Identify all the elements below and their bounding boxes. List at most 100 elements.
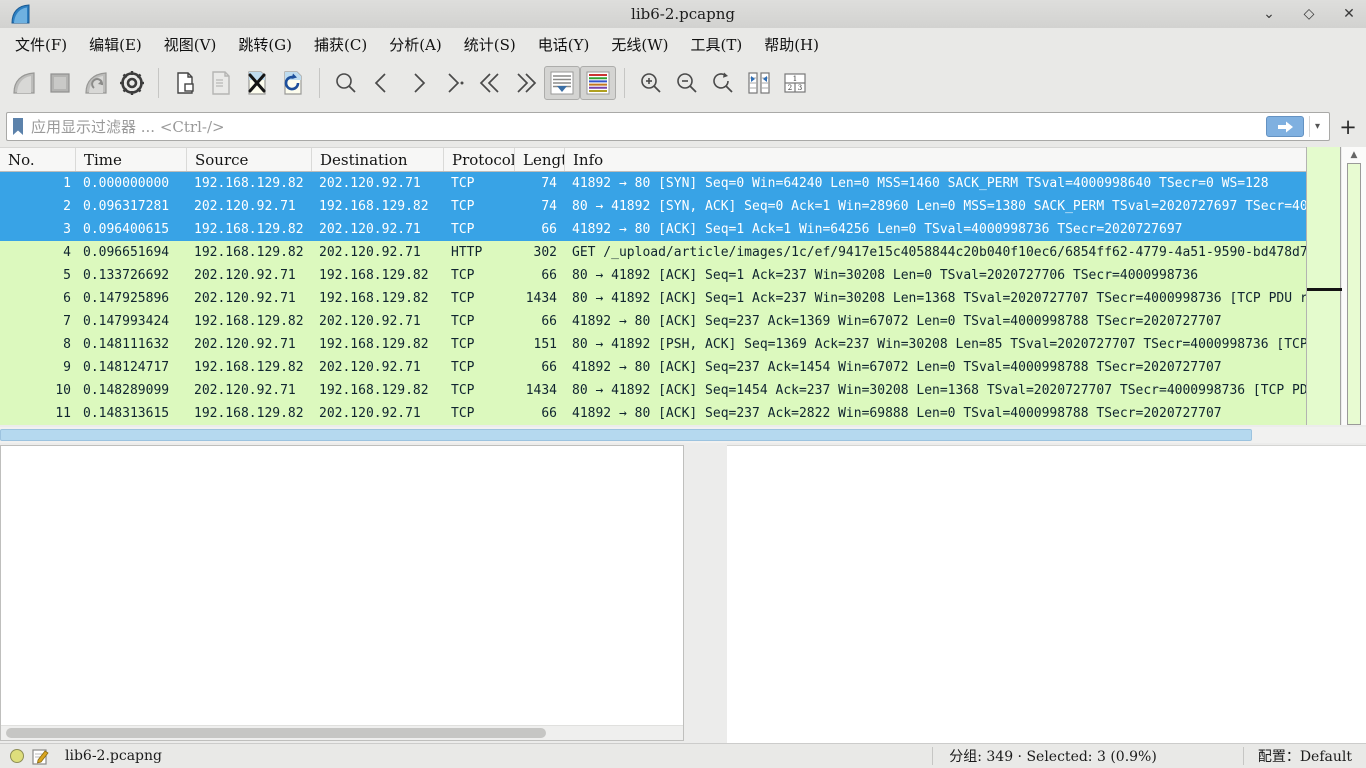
- cell-info: 80 → 41892 [PSH, ACK] Seq=1369 Ack=237 W…: [565, 333, 1306, 356]
- cell-source: 192.168.129.82: [187, 172, 312, 195]
- column-header-protocol[interactable]: Protocol: [444, 148, 515, 171]
- minimize-button[interactable]: ⌄: [1260, 6, 1278, 22]
- go-to-packet-button[interactable]: [436, 66, 472, 100]
- expert-info-icon[interactable]: [10, 749, 24, 763]
- cell-time: 0.096317281: [76, 195, 187, 218]
- packet-row[interactable]: 10.000000000192.168.129.82202.120.92.71T…: [0, 172, 1306, 195]
- filter-dropdown-caret[interactable]: ▾: [1309, 116, 1325, 137]
- packet-row[interactable]: 60.147925896202.120.92.71192.168.129.82T…: [0, 287, 1306, 310]
- close-file-button[interactable]: [239, 66, 275, 100]
- auto-scroll-button[interactable]: [544, 66, 580, 100]
- column-header-no[interactable]: No.: [0, 148, 76, 171]
- go-first-button[interactable]: [472, 66, 508, 100]
- menu-telephony[interactable]: 电话(Y): [527, 30, 601, 59]
- menu-statistics[interactable]: 统计(S): [453, 30, 527, 59]
- bookmark-icon[interactable]: [11, 117, 25, 136]
- open-file-button[interactable]: [167, 66, 203, 100]
- cell-length: 1434: [515, 287, 565, 310]
- cell-info: 80 → 41892 [ACK] Seq=1 Ack=237 Win=30208…: [565, 264, 1306, 287]
- menu-view[interactable]: 视图(V): [153, 30, 228, 59]
- cell-source: 202.120.92.71: [187, 379, 312, 402]
- resize-columns-button[interactable]: [741, 66, 777, 100]
- cell-no: 2: [0, 195, 76, 218]
- packet-row[interactable]: 80.148111632202.120.92.71192.168.129.82T…: [0, 333, 1306, 356]
- go-back-button[interactable]: [364, 66, 400, 100]
- main-toolbar: 1 2 3: [0, 60, 1366, 106]
- apply-filter-button[interactable]: [1266, 116, 1304, 137]
- cell-no: 6: [0, 287, 76, 310]
- cell-time: 0.148289099: [76, 379, 187, 402]
- zoom-in-button[interactable]: [633, 66, 669, 100]
- zoom-out-button[interactable]: [669, 66, 705, 100]
- details-hscrollbar[interactable]: [1, 725, 683, 740]
- save-file-button[interactable]: [203, 66, 239, 100]
- packet-row[interactable]: 110.148313615192.168.129.82202.120.92.71…: [0, 402, 1306, 425]
- column-header-info[interactable]: Info: [565, 148, 1306, 171]
- packet-row[interactable]: 20.096317281202.120.92.71192.168.129.82T…: [0, 195, 1306, 218]
- packet-details-pane[interactable]: [0, 445, 684, 741]
- status-profile[interactable]: 配置：Default: [1258, 746, 1352, 766]
- packet-row[interactable]: 50.133726692202.120.92.71192.168.129.82T…: [0, 264, 1306, 287]
- packet-row[interactable]: 90.148124717192.168.129.82202.120.92.71T…: [0, 356, 1306, 379]
- arrow-right-icon: [1276, 121, 1294, 133]
- start-capture-button[interactable]: [6, 66, 42, 100]
- go-last-button[interactable]: [508, 66, 544, 100]
- column-header-source[interactable]: Source: [187, 148, 312, 171]
- cell-no: 5: [0, 264, 76, 287]
- display-filter-box: ▾: [6, 112, 1330, 141]
- menu-wireless[interactable]: 无线(W): [600, 30, 679, 59]
- close-button[interactable]: ✕: [1340, 6, 1358, 22]
- menu-file[interactable]: 文件(F): [4, 30, 78, 59]
- packet-list-hscrollbar-thumb[interactable]: [0, 429, 1252, 441]
- vertical-scrollbar[interactable]: ▲: [1342, 147, 1366, 425]
- go-forward-button[interactable]: [400, 66, 436, 100]
- double-chevron-left-icon: [477, 70, 503, 96]
- maximize-button[interactable]: ◇: [1300, 6, 1318, 22]
- column-header-destination[interactable]: Destination: [312, 148, 444, 171]
- add-filter-button[interactable]: +: [1336, 115, 1360, 139]
- menu-go[interactable]: 跳转(G): [227, 30, 303, 59]
- packet-row[interactable]: 40.096651694192.168.129.82202.120.92.71H…: [0, 241, 1306, 264]
- scroll-up-arrow-icon[interactable]: ▲: [1342, 150, 1366, 160]
- status-bar: lib6-2.pcapng 分组: 349 · Selected: 3 (0.9…: [0, 743, 1366, 768]
- packet-row[interactable]: 30.096400615192.168.129.82202.120.92.71T…: [0, 218, 1306, 241]
- find-packet-button[interactable]: [328, 66, 364, 100]
- display-filter-input[interactable]: [31, 114, 1266, 139]
- cell-protocol: TCP: [444, 402, 515, 425]
- menu-analyze[interactable]: 分析(A): [378, 30, 453, 59]
- packet-row[interactable]: 100.148289099202.120.92.71192.168.129.82…: [0, 379, 1306, 402]
- intelligent-scrollbar-minimap[interactable]: [1307, 147, 1341, 425]
- menu-help[interactable]: 帮助(H): [753, 30, 830, 59]
- packet-row[interactable]: 70.147993424192.168.129.82202.120.92.71T…: [0, 310, 1306, 333]
- reload-file-icon: [280, 70, 306, 96]
- close-file-icon: [244, 70, 270, 96]
- resize-columns-icon: [746, 70, 772, 96]
- details-hscrollbar-thumb[interactable]: [6, 728, 546, 738]
- cell-time: 0.148111632: [76, 333, 187, 356]
- colorize-button[interactable]: [580, 66, 616, 100]
- restart-capture-button[interactable]: [78, 66, 114, 100]
- vertical-scrollbar-groove[interactable]: [1347, 163, 1361, 425]
- cell-length: 66: [515, 218, 565, 241]
- cell-protocol: TCP: [444, 333, 515, 356]
- reload-file-button[interactable]: [275, 66, 311, 100]
- cell-destination: 202.120.92.71: [312, 310, 444, 333]
- menu-tools[interactable]: 工具(T): [679, 30, 753, 59]
- cell-protocol: HTTP: [444, 241, 515, 264]
- capture-comment-icon[interactable]: [32, 748, 49, 765]
- menu-capture[interactable]: 捕获(C): [303, 30, 378, 59]
- packet-rows: 10.000000000192.168.129.82202.120.92.71T…: [0, 172, 1306, 425]
- layout-button[interactable]: 1 2 3: [777, 66, 813, 100]
- cell-info: 41892 → 80 [ACK] Seq=237 Ack=1369 Win=67…: [565, 310, 1306, 333]
- column-header-length[interactable]: Length: [515, 148, 565, 171]
- zoom-reset-button[interactable]: [705, 66, 741, 100]
- stop-square-icon: [47, 70, 73, 96]
- stop-capture-button[interactable]: [42, 66, 78, 100]
- packet-bytes-pane[interactable]: [727, 445, 1366, 743]
- capture-options-button[interactable]: [114, 66, 150, 100]
- cell-no: 7: [0, 310, 76, 333]
- column-header-time[interactable]: Time: [76, 148, 187, 171]
- packet-list-hscrollbar[interactable]: [0, 427, 1366, 443]
- menu-edit[interactable]: 编辑(E): [78, 30, 153, 59]
- cell-source: 192.168.129.82: [187, 356, 312, 379]
